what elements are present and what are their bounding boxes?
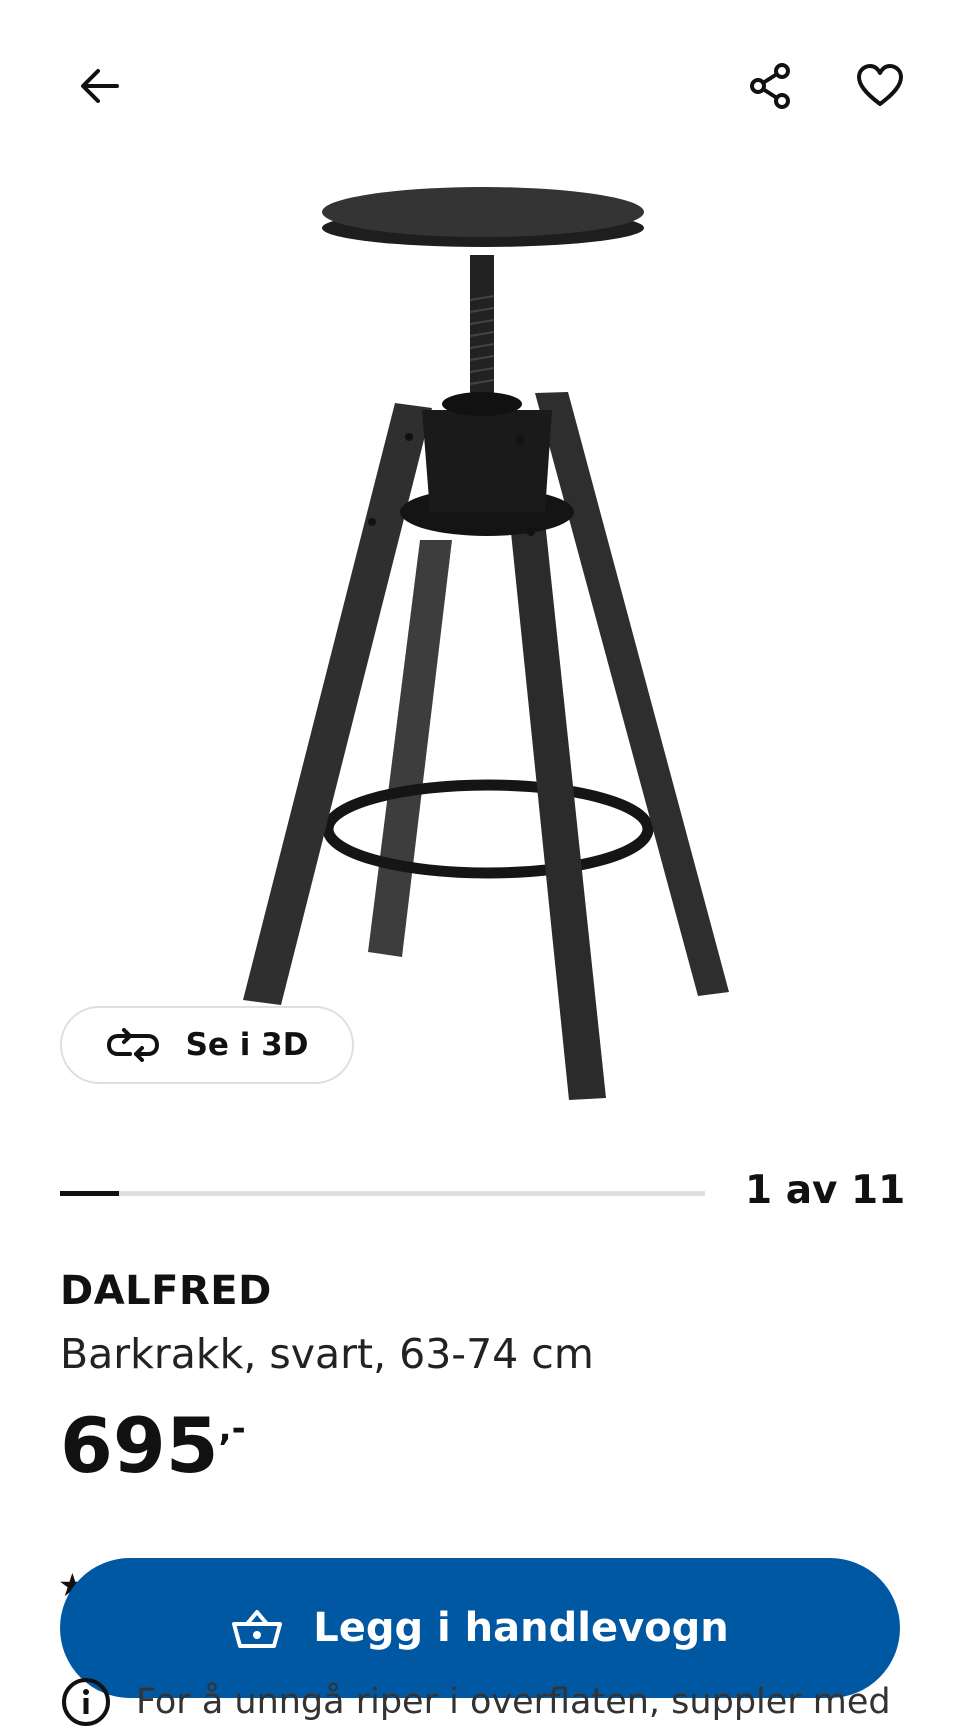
product-price: 695,- bbox=[60, 1408, 246, 1484]
info-text: For å unngå riper i overflaten, suppler … bbox=[136, 1682, 891, 1722]
share-button[interactable] bbox=[730, 46, 810, 126]
gallery-pager: 1 av 11 bbox=[745, 1168, 906, 1213]
price-suffix: ,- bbox=[218, 1409, 246, 1449]
product-image[interactable] bbox=[190, 170, 770, 1110]
basket-icon bbox=[232, 1610, 283, 1648]
view-3d-label: Se i 3D bbox=[185, 1027, 309, 1063]
product-description: Barkrakk, svart, 63-74 cm bbox=[60, 1330, 594, 1378]
gallery-progress-indicator bbox=[60, 1191, 119, 1196]
view-3d-button[interactable]: Se i 3D bbox=[60, 1006, 354, 1084]
bar-stool-image bbox=[243, 187, 729, 1100]
favorite-button[interactable] bbox=[840, 46, 920, 126]
info-icon bbox=[62, 1678, 110, 1726]
gallery-progress-track bbox=[60, 1191, 705, 1196]
heart-icon bbox=[857, 64, 903, 106]
back-button[interactable] bbox=[60, 46, 140, 126]
info-note: For å unngå riper i overflaten, suppler … bbox=[60, 1676, 891, 1728]
product-name: DALFRED bbox=[60, 1268, 272, 1314]
top-bar bbox=[0, 0, 960, 170]
price-value: 695 bbox=[60, 1401, 219, 1490]
rotate-3d-icon bbox=[106, 1028, 159, 1062]
share-icon bbox=[750, 63, 790, 109]
arrow-left-icon bbox=[81, 69, 119, 103]
add-to-cart-label: Legg i handlevogn bbox=[313, 1605, 729, 1651]
